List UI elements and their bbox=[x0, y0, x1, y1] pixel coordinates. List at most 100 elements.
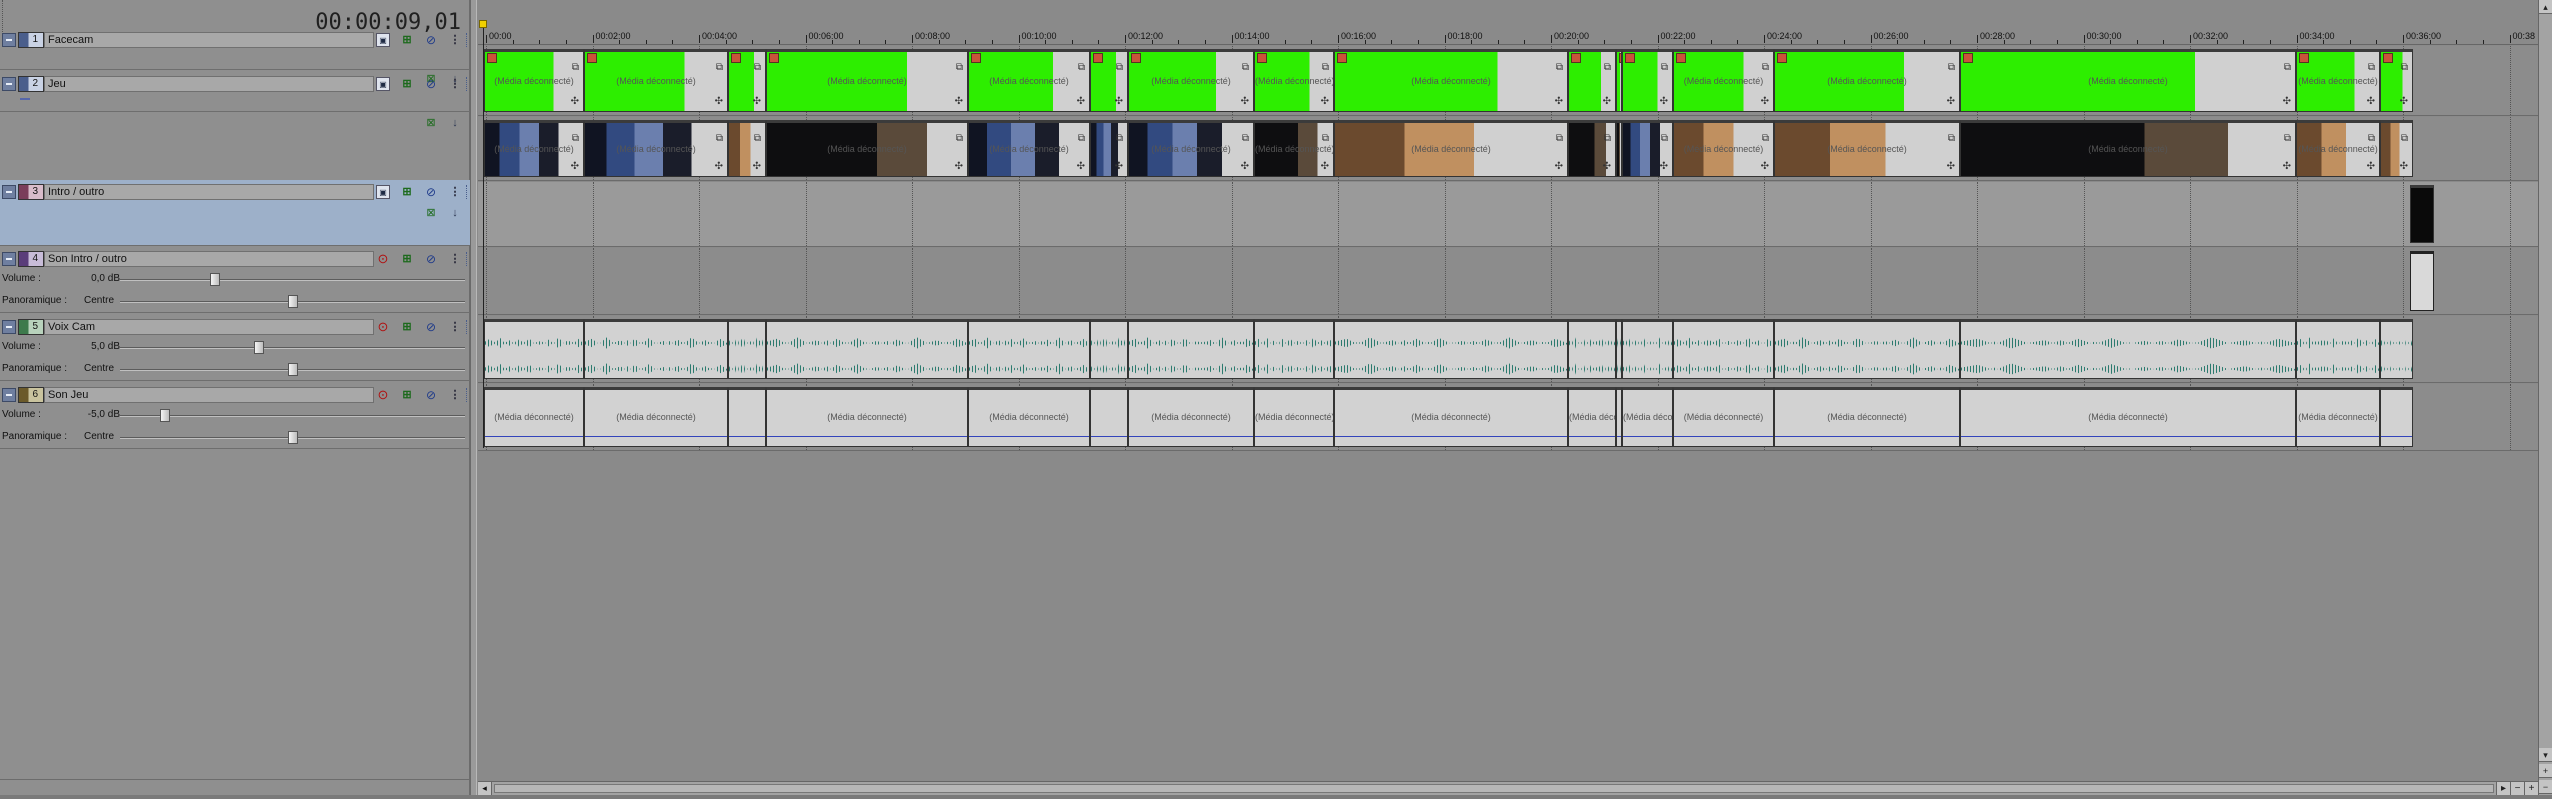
pan-crop-icon[interactable]: ✣ bbox=[753, 161, 761, 172]
track-number[interactable]: 2 bbox=[18, 76, 44, 92]
intro-audio-clip[interactable] bbox=[2410, 251, 2434, 311]
timeline-clip[interactable]: (Média déconnecté) bbox=[1960, 387, 2296, 447]
zoom-in-icon[interactable]: + bbox=[2524, 782, 2538, 795]
track-number[interactable]: 5 bbox=[18, 319, 44, 335]
timeline-clip[interactable]: ⧉ ✣ bbox=[728, 120, 766, 177]
pan-crop-icon[interactable]: ✣ bbox=[1660, 96, 1668, 107]
volume-slider[interactable] bbox=[120, 409, 465, 422]
crop-icon[interactable]: ⧉ bbox=[2284, 133, 2291, 144]
timeline-clip[interactable]: (Média déconnecté) ⧉ ✣ bbox=[1673, 49, 1774, 112]
track-number[interactable]: 6 bbox=[18, 387, 44, 403]
crop-icon[interactable]: ⧉ bbox=[1661, 133, 1668, 144]
compositing-icon[interactable]: ⊠ bbox=[424, 116, 438, 130]
timeline-clip[interactable] bbox=[1090, 319, 1128, 379]
pan-crop-icon[interactable]: ✣ bbox=[2283, 161, 2291, 172]
timeline-clip[interactable]: (Média déconnecté) ⧉ ✣ bbox=[1960, 120, 2296, 177]
fx-icon[interactable]: ⊞ bbox=[400, 252, 414, 266]
pan-crop-icon[interactable]: ✣ bbox=[1603, 96, 1611, 107]
timeline-clip[interactable]: (Média déconnecté) ⧉ ✣ bbox=[968, 49, 1090, 112]
crop-icon[interactable]: ⧉ bbox=[1948, 133, 1955, 144]
timeline-clip[interactable]: (Média déconnecté) ⧉ ✣ bbox=[1254, 120, 1334, 177]
volume-envelope[interactable] bbox=[1623, 436, 1672, 437]
timeline-clip[interactable]: (Média déconnecté) ⧉ ✣ bbox=[766, 49, 968, 112]
timeline-clip[interactable]: (Média déconnecté) bbox=[968, 387, 1090, 447]
pan-crop-icon[interactable]: ✣ bbox=[1947, 161, 1955, 172]
volume-envelope[interactable] bbox=[1129, 436, 1253, 437]
timeline-clip[interactable] bbox=[2296, 319, 2380, 379]
track-number[interactable]: 3 bbox=[18, 184, 44, 200]
mute-icon[interactable]: ⊘ bbox=[424, 388, 438, 402]
more-icon[interactable]: ⋮ bbox=[448, 185, 462, 199]
timeline-clip[interactable] bbox=[968, 319, 1090, 379]
timeline-clip[interactable] bbox=[1960, 319, 2296, 379]
timeline-clip[interactable]: (Média déconnecté) bbox=[1673, 387, 1774, 447]
pan-crop-icon[interactable]: ✣ bbox=[1761, 96, 1769, 107]
panel-splitter[interactable] bbox=[470, 0, 477, 799]
timeline-clip[interactable]: (Média déconnecté) bbox=[2296, 387, 2380, 447]
track-name-field[interactable]: Son Intro / outro bbox=[44, 251, 374, 267]
track-motion-icon[interactable]: ▣ bbox=[376, 77, 390, 91]
fx-icon[interactable]: ⊞ bbox=[400, 388, 414, 402]
volume-envelope[interactable] bbox=[1335, 436, 1567, 437]
timeline-clip[interactable]: (Média déconnecté) ⧉ ✣ bbox=[584, 120, 728, 177]
crop-icon[interactable]: ⧉ bbox=[1242, 62, 1249, 73]
fx-icon[interactable]: ⊞ bbox=[400, 77, 414, 91]
timeline-clip[interactable]: (Média déconnecté) bbox=[1254, 387, 1334, 447]
volume-envelope[interactable] bbox=[1775, 436, 1959, 437]
pan-crop-icon[interactable]: ✣ bbox=[1603, 161, 1611, 172]
timeline-clip[interactable]: (Média déconnecté) bbox=[1334, 387, 1568, 447]
pan-crop-icon[interactable]: ✣ bbox=[955, 161, 963, 172]
volume-slider[interactable] bbox=[120, 273, 465, 286]
pan-crop-icon[interactable]: ✣ bbox=[571, 161, 579, 172]
vertical-scrollbar[interactable]: ▴ ▾ + − bbox=[2538, 0, 2552, 795]
crop-icon[interactable]: ⧉ bbox=[1948, 62, 1955, 73]
timeline-clip[interactable]: (Média déconnecté) bbox=[1568, 387, 1616, 447]
pan-crop-icon[interactable]: ✣ bbox=[1115, 161, 1123, 172]
volume-envelope[interactable] bbox=[1674, 436, 1773, 437]
track-name-field[interactable]: Jeu bbox=[44, 76, 374, 92]
crop-icon[interactable]: ⧉ bbox=[1116, 133, 1123, 144]
volume-slider-thumb[interactable] bbox=[254, 341, 264, 354]
crop-icon[interactable]: ⧉ bbox=[1078, 62, 1085, 73]
timeline-clip[interactable]: (Média déconnecté) ⧉ ✣ bbox=[968, 120, 1090, 177]
pan-crop-icon[interactable]: ✣ bbox=[2367, 161, 2375, 172]
minus-icon[interactable] bbox=[2, 388, 16, 402]
arrow-down-icon[interactable]: ↓ bbox=[448, 116, 462, 130]
timeline-clip[interactable]: (Média déconnecté) ⧉ ✣ bbox=[1128, 49, 1254, 112]
horizontal-scroll-thumb[interactable] bbox=[494, 784, 2494, 793]
arrow-down-icon[interactable]: ↓ bbox=[448, 206, 462, 220]
timeline-clip[interactable]: ⧉ ✣ bbox=[1090, 49, 1128, 112]
volume-slider-thumb[interactable] bbox=[210, 273, 221, 286]
mute-icon[interactable]: ⊘ bbox=[424, 185, 438, 199]
record-arm-icon[interactable]: ⊙ bbox=[376, 320, 390, 334]
pan-crop-icon[interactable]: ✣ bbox=[1241, 96, 1249, 107]
track-name-field[interactable]: Facecam bbox=[44, 32, 374, 48]
intro-clip[interactable] bbox=[2410, 185, 2434, 243]
pan-slider-thumb[interactable] bbox=[287, 363, 298, 376]
pan-crop-icon[interactable]: ✣ bbox=[1555, 96, 1563, 107]
scroll-left-icon[interactable]: ◂ bbox=[478, 782, 492, 795]
crop-icon[interactable]: ⧉ bbox=[956, 133, 963, 144]
crop-icon[interactable]: ⧉ bbox=[754, 62, 761, 73]
timeline-clip[interactable] bbox=[2380, 387, 2413, 447]
more-icon[interactable]: ⋮ bbox=[448, 252, 462, 266]
timeline-clip[interactable]: (Média déconnecté) ⧉ ✣ bbox=[1960, 49, 2296, 112]
pan-crop-icon[interactable]: ✣ bbox=[1077, 161, 1085, 172]
pan-crop-icon[interactable]: ✣ bbox=[2400, 96, 2408, 107]
timeline-clip[interactable] bbox=[1774, 319, 1960, 379]
timeline-clip[interactable]: (Média déconnecté) ⧉ ✣ bbox=[2296, 49, 2380, 112]
crop-icon[interactable]: ⧉ bbox=[716, 133, 723, 144]
pan-crop-icon[interactable]: ✣ bbox=[1660, 161, 1668, 172]
timeline-clip[interactable]: (Média déconnecté) ⧉ ✣ bbox=[1334, 49, 1568, 112]
timeline-clip[interactable]: (Média déconnecté) bbox=[484, 387, 584, 447]
lane-son-jeu[interactable]: (Média déconnecté) (Média déconnecté) (Méd… bbox=[478, 384, 2538, 451]
volume-envelope[interactable] bbox=[969, 436, 1089, 437]
zoom-out-icon[interactable]: − bbox=[2539, 780, 2552, 794]
volume-slider[interactable] bbox=[120, 341, 465, 354]
timeline-clip[interactable] bbox=[584, 319, 728, 379]
crop-icon[interactable]: ⧉ bbox=[1556, 133, 1563, 144]
timeline-clip[interactable]: ⧉ ✣ bbox=[1622, 120, 1673, 177]
header-grip[interactable] bbox=[466, 320, 469, 334]
pan-crop-icon[interactable]: ✣ bbox=[955, 96, 963, 107]
header-grip[interactable] bbox=[466, 33, 469, 47]
